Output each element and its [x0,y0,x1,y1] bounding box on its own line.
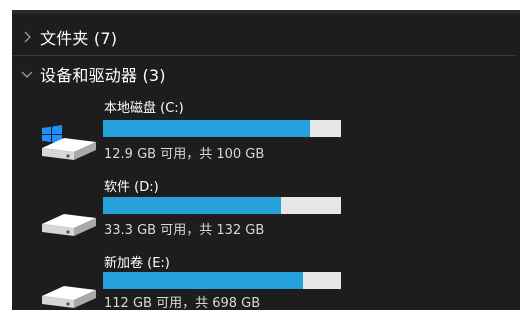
file-explorer-panel: 文件夹 (7) 设备和驱动器 (3) 本地磁盘 (C:) 12.9 GB 可用，… [12,10,520,311]
group-title-folders: 文件夹 (7) [40,29,118,48]
drive-item-d[interactable]: 软件 (D:) 33.3 GB 可用，共 132 GB [12,174,520,248]
drive-name: 软件 (D:) [104,180,159,195]
drive-capacity-text: 112 GB 可用，共 698 GB [104,296,261,311]
capacity-bar [103,272,341,289]
drive-item-e[interactable]: 新加卷 (E:) 112 GB 可用，共 698 GB [12,250,520,324]
divider [12,55,516,56]
capacity-bar-fill [103,272,303,289]
system-drive-icon [38,110,104,164]
drive-capacity-text: 33.3 GB 可用，共 132 GB [104,223,265,238]
capacity-bar-fill [103,197,282,214]
capacity-bar [103,120,341,137]
group-header-folders[interactable]: 文件夹 (7) [12,20,520,56]
drive-icon [38,186,104,240]
drive-name: 新加卷 (E:) [104,256,170,271]
capacity-bar [103,197,341,214]
chevron-down-icon[interactable] [20,67,34,81]
drive-icon [38,258,104,312]
drive-item-c[interactable]: 本地磁盘 (C:) 12.9 GB 可用，共 100 GB [12,94,520,168]
drive-name: 本地磁盘 (C:) [104,101,184,116]
capacity-bar-fill [103,120,311,137]
drive-capacity-text: 12.9 GB 可用，共 100 GB [104,147,265,162]
group-header-devices[interactable]: 设备和驱动器 (3) [12,57,520,91]
chevron-right-icon[interactable] [20,30,34,44]
group-title-devices: 设备和驱动器 (3) [40,66,166,85]
